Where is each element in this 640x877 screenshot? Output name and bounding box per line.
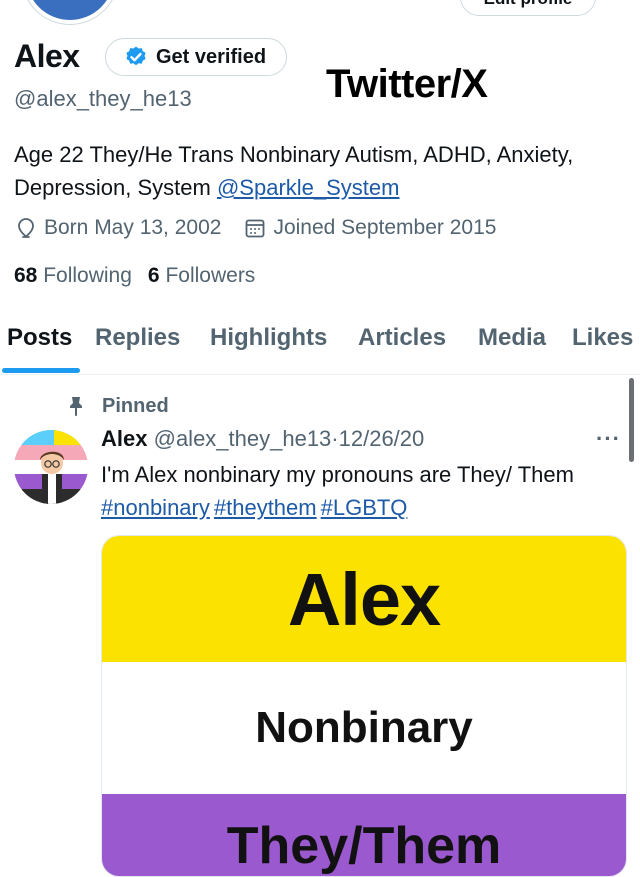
joined-date: Joined September 2015 [243,216,496,240]
following-link[interactable]: 68 Following [14,264,132,288]
post-body: I'm Alex nonbinary my pronouns are They/… [101,462,574,487]
pinned-indicator: Pinned [64,394,169,418]
follow-stats: 68 Following 6 Followers [14,264,255,288]
post-text: I'm Alex nonbinary my pronouns are They/… [101,458,581,524]
profile-tabs: Posts Replies Highlights Articles Media … [0,318,640,375]
born-label: Born May 13, 2002 [44,216,222,239]
edit-profile-button[interactable]: Edit profile [460,0,596,16]
get-verified-label: Get verified [156,45,267,68]
following-count: 68 [14,264,38,287]
post-image[interactable]: Alex Nonbinary They/Them [101,535,627,877]
tab-replies[interactable]: Replies [95,324,180,352]
overlay-app-label: Twitter/X [326,62,488,106]
post-author-handle[interactable]: @alex_they_he13 [154,426,332,451]
post-author-avatar[interactable] [14,430,88,504]
more-dots-icon[interactable]: ··· [596,426,621,452]
post-header: Alex @alex_they_he13·12/26/20 [101,426,424,452]
tab-articles[interactable]: Articles [358,324,446,352]
image-name-text: Alex [102,536,626,662]
following-label: Following [43,264,132,287]
hashtag-link[interactable]: #nonbinary [101,495,210,520]
joined-label: Joined September 2015 [273,216,497,239]
profile-bio: Age 22 They/He Trans Nonbinary Autism, A… [14,138,614,204]
tab-likes[interactable]: Likes [572,324,633,352]
followers-count: 6 [147,264,160,287]
hashtag-link[interactable]: #theythem [214,495,317,520]
post-separator: · [331,426,339,451]
bio-mention-link[interactable]: @Sparkle_System [217,175,400,200]
tab-posts[interactable]: Posts [7,324,72,352]
tab-highlights[interactable]: Highlights [210,324,327,352]
profile-meta: Born May 13, 2002 Joined September 2015 [14,216,518,240]
image-identity-text: Nonbinary [102,662,626,794]
pinned-label: Pinned [102,394,169,417]
scrollbar[interactable] [629,378,634,462]
hashtag-link[interactable]: #LGBTQ [321,495,408,520]
followers-link[interactable]: 6 Followers [148,264,255,288]
calendar-icon [243,216,267,240]
get-verified-button[interactable]: Get verified [105,38,288,76]
image-pronouns-text: They/Them [102,794,626,876]
pin-icon [64,394,88,418]
verified-check-icon [124,45,148,69]
display-name: Alex [14,38,80,74]
tab-media[interactable]: Media [478,324,546,352]
profile-handle: @alex_they_he13 [14,86,192,111]
born-date: Born May 13, 2002 [14,216,221,240]
followers-label: Followers [165,264,256,287]
active-tab-indicator [2,368,80,373]
post-date[interactable]: 12/26/20 [339,426,425,451]
profile-avatar[interactable] [22,0,118,24]
post-author-name[interactable]: Alex [101,426,147,451]
location-pin-icon [14,216,38,240]
